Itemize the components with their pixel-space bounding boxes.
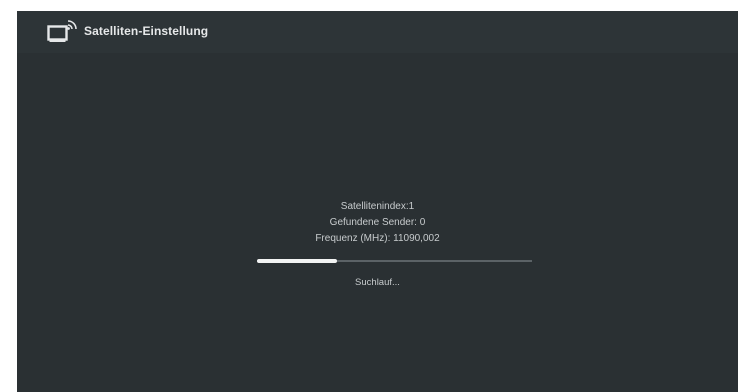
tv-screen: Satelliten-Einstellung Satellitenindex:1… <box>17 11 738 392</box>
page-title: Satelliten-Einstellung <box>84 24 209 38</box>
scan-status-label: Suchlauf... <box>355 277 400 288</box>
satellite-tv-icon <box>47 19 77 45</box>
scan-progress-fill <box>257 259 337 263</box>
scan-status: Satellitenindex:1 Gefundene Sender: 0 Fr… <box>17 199 738 247</box>
frequency-text: Frequenz (MHz): 11090,002 <box>315 233 440 244</box>
found-channels-text: Gefundene Sender: 0 <box>329 217 426 228</box>
scan-progress-bar <box>257 259 532 263</box>
satellite-index-text: Satellitenindex:1 <box>340 201 415 212</box>
header-bar: Satelliten-Einstellung <box>17 11 738 53</box>
